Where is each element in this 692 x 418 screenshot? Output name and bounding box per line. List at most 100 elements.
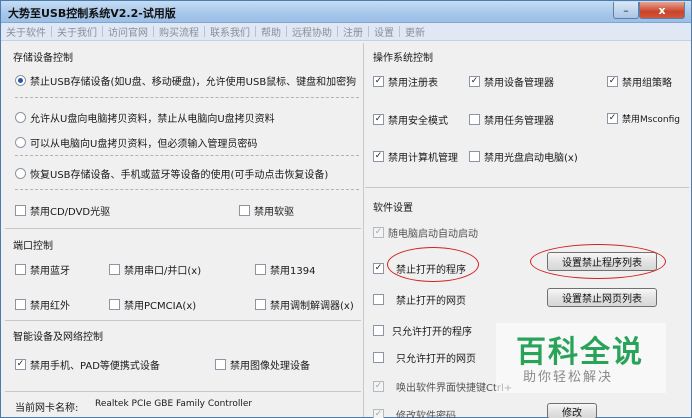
menu-website[interactable]: 访问官网	[103, 24, 153, 39]
radio-button[interactable]	[15, 112, 26, 123]
checkbox-disable-task-manager[interactable]: 禁用任务管理器	[469, 112, 554, 127]
storage-option-label: 允许从U盘向电脑拷贝资料，禁止从电脑向U盘拷贝资料	[30, 114, 275, 125]
panel-divider	[5, 320, 361, 321]
modify-password-button[interactable]: 修改	[547, 403, 597, 418]
checkbox[interactable]	[373, 325, 384, 336]
checkbox[interactable]	[15, 264, 26, 275]
checkbox-disable-infrared[interactable]: 禁用红外	[15, 297, 70, 312]
checkbox[interactable]	[15, 205, 26, 216]
menu-update[interactable]: 更新	[400, 24, 430, 39]
checkbox[interactable]: ✓	[373, 227, 384, 238]
menu-about-software[interactable]: 关于软件	[1, 24, 51, 39]
checkbox-disable-safe-mode[interactable]: ✓ 禁用安全模式	[373, 112, 448, 127]
checkbox-block-programs[interactable]: ✓ 禁止打开的程序	[373, 261, 466, 276]
checkbox-label: 禁用计算机管理	[388, 153, 458, 164]
checkbox-disable-portable[interactable]: ✓ 禁用手机、PAD等便携式设备	[15, 357, 160, 372]
checkbox-disable-serial[interactable]: 禁用串口/并口(x)	[109, 262, 201, 277]
checkbox[interactable]: ✓	[373, 114, 384, 125]
checkbox[interactable]	[373, 352, 384, 363]
checkbox-label: 禁用任务管理器	[484, 116, 554, 127]
checkbox-change-password[interactable]: ✓ 修改软件密码	[373, 407, 456, 418]
nic-label: 当前网卡名称:	[15, 403, 79, 414]
checkbox[interactable]	[469, 151, 480, 162]
storage-option-label: 恢复USB存储设备、手机或蓝牙等设备的使用(可手动点击恢复设备)	[30, 170, 329, 181]
storage-option-password[interactable]: 可以从电脑向U盘拷贝资料，但必须输入管理员密码	[15, 135, 257, 150]
panel-divider	[5, 228, 361, 229]
checkbox-allow-webpages-only[interactable]: 只允许打开的网页	[373, 350, 476, 365]
checkbox-disable-floppy[interactable]: 禁用软驱	[239, 203, 294, 218]
close-button[interactable]: x	[639, 2, 685, 19]
watermark-slogan: 助你轻松解决	[523, 370, 614, 385]
checkbox-hotkey[interactable]: ✓ 唤出软件界面快捷键Ctrl+	[373, 379, 512, 394]
checkbox-autostart[interactable]: ✓ 随电脑启动自动启动	[373, 225, 478, 240]
checkbox[interactable]	[15, 299, 26, 310]
checkbox-label: 禁用串口/并口(x)	[124, 266, 202, 277]
checkbox[interactable]	[469, 114, 480, 125]
radio-button[interactable]	[15, 137, 26, 148]
checkbox[interactable]: ✓	[469, 76, 480, 87]
checkbox-label: 修改软件密码	[396, 411, 456, 418]
checkbox-label: 禁用安全模式	[388, 116, 448, 127]
checkbox[interactable]	[255, 299, 266, 310]
checkbox-disable-msconfig[interactable]: ✓ 禁用Msconfig	[607, 112, 680, 125]
radio-button[interactable]	[15, 168, 26, 179]
checkbox-disable-bluetooth[interactable]: 禁用蓝牙	[15, 262, 70, 277]
set-webpage-list-button[interactable]: 设置禁止网页列表	[547, 288, 657, 307]
panel-divider	[5, 391, 361, 392]
menu-contact[interactable]: 联系我们	[205, 24, 255, 39]
checkbox[interactable]: ✓	[15, 359, 26, 370]
checkbox-label: 禁用设备管理器	[484, 78, 554, 89]
checkbox-disable-pcmcia[interactable]: 禁用PCMCIA(x)	[109, 297, 196, 312]
checkbox[interactable]	[255, 264, 266, 275]
checkbox-label: 禁用软驱	[254, 207, 294, 218]
checkbox[interactable]: ✓	[373, 409, 384, 418]
menu-help[interactable]: 帮助	[256, 24, 286, 39]
panel-divider	[365, 187, 689, 188]
checkbox-disable-registry[interactable]: ✓ 禁用注册表	[373, 74, 438, 89]
storage-option-block-usb[interactable]: 禁止USB存储设备(如U盘、移动硬盘)，允许使用USB鼠标、键盘和加密狗	[15, 73, 356, 88]
checkbox-label: 禁用1394	[270, 266, 316, 277]
checkbox-label: 禁用红外	[30, 301, 70, 312]
checkbox-disable-modem[interactable]: 禁用调制解调器(x)	[255, 297, 354, 312]
title-bar[interactable]: 大势至USB控制系统V2.2-试用版 – x	[1, 1, 691, 23]
menu-settings[interactable]: 设置	[369, 24, 399, 39]
checkbox[interactable]	[239, 205, 250, 216]
checkbox[interactable]	[109, 264, 120, 275]
storage-option-read-only[interactable]: 允许从U盘向电脑拷贝资料，禁止从电脑向U盘拷贝资料	[15, 110, 275, 125]
checkbox[interactable]: ✓	[373, 263, 384, 274]
menu-register[interactable]: 注册	[338, 24, 368, 39]
nic-value: Realtek PCIe GBE Family Controller	[95, 399, 253, 409]
checkbox-label: 禁用图像处理设备	[230, 361, 310, 372]
checkbox[interactable]	[109, 299, 120, 310]
checkbox-disable-group-policy[interactable]: ✓ 禁用组策略	[607, 74, 672, 89]
checkbox[interactable]: ✓	[373, 151, 384, 162]
menu-about-us[interactable]: 关于我们	[52, 24, 102, 39]
set-program-list-button[interactable]: 设置禁止程序列表	[547, 252, 657, 271]
checkbox-label: 禁用PCMCIA(x)	[124, 301, 197, 312]
checkbox-disable-device-manager[interactable]: ✓ 禁用设备管理器	[469, 74, 554, 89]
menu-purchase[interactable]: 购买流程	[154, 24, 204, 39]
checkbox[interactable]: ✓	[373, 381, 384, 392]
checkbox-disable-1394[interactable]: 禁用1394	[255, 262, 315, 277]
checkbox-allow-programs-only[interactable]: 只允许打开的程序	[373, 323, 472, 338]
checkbox[interactable]: ✓	[607, 113, 618, 124]
radio-button[interactable]	[15, 75, 26, 86]
storage-option-label: 可以从电脑向U盘拷贝资料，但必须输入管理员密码	[30, 139, 258, 150]
checkbox-block-webpages[interactable]: 禁止打开的网页	[373, 292, 466, 307]
os-section-title: 操作系统控制	[373, 53, 433, 64]
menu-remote-assist[interactable]: 远程协助	[287, 24, 337, 39]
storage-option-restore[interactable]: 恢复USB存储设备、手机或蓝牙等设备的使用(可手动点击恢复设备)	[15, 166, 328, 181]
checkbox-label: 禁用注册表	[388, 78, 438, 89]
menu-bar: 关于软件 关于我们 访问官网 购买流程 联系我们 帮助 远程协助 注册 设置 更…	[1, 23, 691, 41]
checkbox-disable-cd-boot[interactable]: 禁用光盘启动电脑(x)	[469, 149, 578, 164]
checkbox-disable-cd[interactable]: 禁用CD/DVD光驱	[15, 203, 110, 218]
checkbox[interactable]	[373, 294, 384, 305]
minimize-icon: –	[623, 3, 629, 17]
watermark-logo-text: 百科全说	[516, 335, 644, 370]
checkbox-disable-imaging[interactable]: 禁用图像处理设备	[215, 357, 310, 372]
checkbox[interactable]: ✓	[607, 76, 618, 87]
checkbox-disable-computer-management[interactable]: ✓ 禁用计算机管理	[373, 149, 458, 164]
checkbox[interactable]	[215, 359, 226, 370]
checkbox[interactable]: ✓	[373, 76, 384, 87]
minimize-button[interactable]: –	[613, 2, 639, 19]
